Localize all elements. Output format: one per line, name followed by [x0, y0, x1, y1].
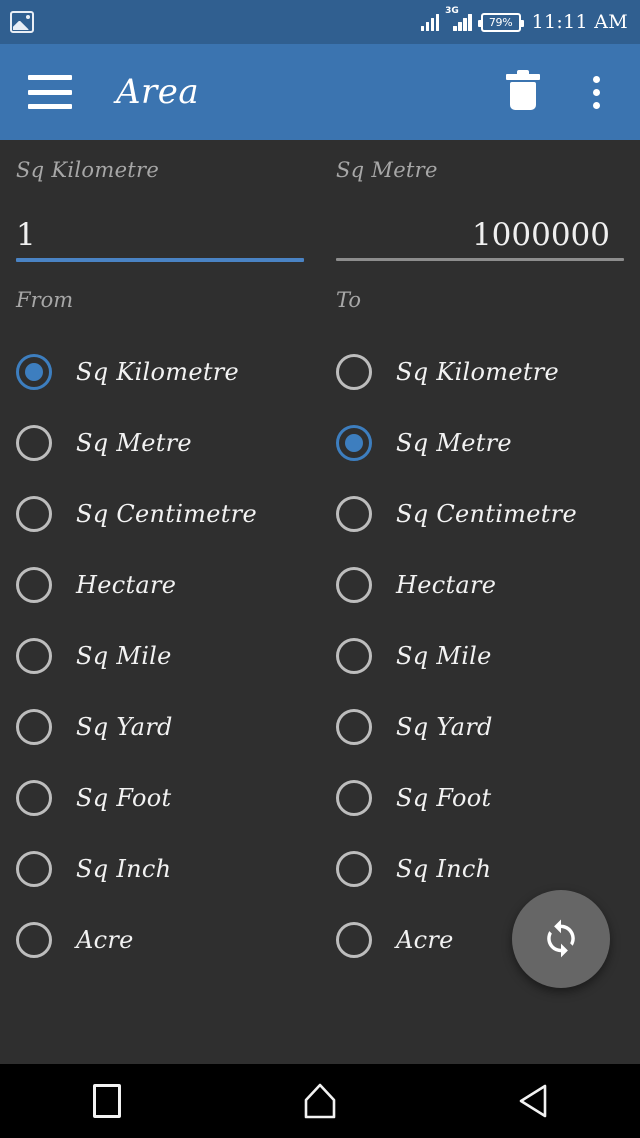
to-input-wrapper[interactable]: 1000000 — [336, 206, 624, 252]
unit-label: Sq Metre — [76, 428, 192, 457]
to-heading: To — [336, 288, 362, 312]
from-input-value[interactable]: 1 — [16, 218, 304, 252]
to-field-label: Sq Metre — [336, 158, 438, 182]
unit-row[interactable]: Sq Centimetre — [336, 478, 624, 549]
from-input-wrapper[interactable]: 1 — [16, 206, 304, 252]
unit-row[interactable]: Acre — [16, 904, 304, 975]
status-bar-notifications — [10, 11, 34, 33]
radio-to-sq-foot[interactable] — [336, 779, 372, 816]
unit-row[interactable]: Sq Kilometre — [16, 336, 304, 407]
app-toolbar: Area — [0, 44, 640, 140]
unit-label: Sq Yard — [76, 712, 173, 741]
from-heading: From — [16, 288, 74, 312]
unit-label: Sq Centimetre — [396, 499, 577, 528]
unit-label: Sq Inch — [396, 854, 492, 883]
unit-row[interactable]: Hectare — [336, 549, 624, 620]
radio-to-sq-centimetre[interactable] — [336, 495, 372, 532]
unit-label: Sq Metre — [396, 428, 512, 457]
network-type-label: 3G — [445, 6, 459, 16]
radio-from-sq-centimetre[interactable] — [16, 495, 52, 532]
unit-row[interactable]: Sq Kilometre — [336, 336, 624, 407]
converter-body: Sq Kilometre 1 Sq Metre 1000000 From To … — [0, 140, 640, 1064]
page-title: Area — [116, 72, 200, 112]
unit-row[interactable]: Sq Yard — [336, 691, 624, 762]
unit-row[interactable]: Sq Centimetre — [16, 478, 304, 549]
status-bar: 3G 79% 11:11 AM — [0, 0, 640, 44]
signal-bars-3g-icon: 3G — [445, 7, 472, 31]
android-navigation-bar — [0, 1064, 640, 1138]
value-fields: Sq Kilometre 1 Sq Metre 1000000 — [0, 140, 640, 262]
unit-row[interactable]: Sq Foot — [336, 762, 624, 833]
from-unit-list: Sq Kilometre Sq Metre Sq Centimetre Hectare… — [0, 336, 320, 975]
swap-fab-button[interactable] — [512, 890, 610, 988]
recents-button[interactable] — [0, 1064, 213, 1138]
unit-label: Acre — [396, 925, 454, 954]
photo-icon — [10, 11, 34, 33]
unit-row[interactable]: Sq Metre — [16, 407, 304, 478]
radio-from-sq-mile[interactable] — [16, 637, 52, 674]
unit-row[interactable]: Sq Yard — [16, 691, 304, 762]
radio-to-sq-mile[interactable] — [336, 637, 372, 674]
radio-from-sq-kilometre[interactable] — [16, 353, 52, 390]
radio-to-sq-metre[interactable] — [336, 424, 372, 461]
radio-from-hectare[interactable] — [16, 566, 52, 603]
swap-refresh-icon — [547, 919, 575, 958]
app-root: 3G 79% 11:11 AM Area Sq Kilometre 1 Sq M… — [0, 0, 640, 1138]
unit-label: Sq Kilometre — [396, 357, 560, 386]
hamburger-menu-icon[interactable] — [28, 75, 72, 109]
to-input-value[interactable]: 1000000 — [336, 218, 624, 252]
unit-label: Sq Yard — [396, 712, 493, 741]
from-field-label: Sq Kilometre — [16, 158, 160, 182]
unit-label: Sq Foot — [76, 783, 172, 812]
radio-to-sq-kilometre[interactable] — [336, 353, 372, 390]
battery-percent-label: 79% — [488, 15, 513, 29]
unit-row[interactable]: Hectare — [16, 549, 304, 620]
toolbar-actions — [506, 70, 640, 112]
signal-bars-icon — [420, 13, 440, 31]
square-recents-icon — [92, 1084, 121, 1118]
unit-row[interactable]: Sq Metre — [336, 407, 624, 478]
unit-label: Acre — [76, 925, 134, 954]
from-input-underline — [16, 258, 304, 262]
overflow-menu-icon[interactable] — [578, 72, 614, 112]
unit-label: Sq Inch — [76, 854, 172, 883]
unit-label: Hectare — [76, 570, 177, 599]
radio-from-acre[interactable] — [16, 921, 52, 958]
radio-from-sq-yard[interactable] — [16, 708, 52, 745]
radio-from-sq-inch[interactable] — [16, 850, 52, 887]
unit-row[interactable]: Sq Mile — [336, 620, 624, 691]
home-icon — [304, 1083, 336, 1119]
trash-icon[interactable] — [506, 70, 540, 112]
unit-label: Sq Mile — [396, 641, 492, 670]
radio-to-sq-yard[interactable] — [336, 708, 372, 745]
radio-to-acre[interactable] — [336, 921, 372, 958]
unit-label: Hectare — [396, 570, 497, 599]
radio-to-hectare[interactable] — [336, 566, 372, 603]
unit-row[interactable]: Sq Inch — [16, 833, 304, 904]
home-button[interactable] — [213, 1064, 426, 1138]
radio-to-sq-inch[interactable] — [336, 850, 372, 887]
unit-label: Sq Foot — [396, 783, 492, 812]
battery-icon: 79% — [477, 12, 524, 32]
to-input-underline — [336, 258, 624, 261]
unit-row[interactable]: Sq Foot — [16, 762, 304, 833]
unit-label: Sq Mile — [76, 641, 172, 670]
clock-label: 11:11 AM — [531, 11, 628, 33]
unit-label: Sq Kilometre — [76, 357, 240, 386]
unit-label: Sq Centimetre — [76, 499, 257, 528]
to-unit-list: Sq Kilometre Sq Metre Sq Centimetre Hectare… — [320, 336, 640, 975]
to-value-field: Sq Metre 1000000 — [320, 158, 640, 262]
unit-row[interactable]: Sq Mile — [16, 620, 304, 691]
back-triangle-icon — [520, 1084, 547, 1118]
from-value-field: Sq Kilometre 1 — [0, 158, 320, 262]
unit-lists: Sq Kilometre Sq Metre Sq Centimetre Hectare… — [0, 336, 640, 975]
radio-from-sq-metre[interactable] — [16, 424, 52, 461]
back-button[interactable] — [427, 1064, 640, 1138]
status-bar-indicators: 3G 79% 11:11 AM — [420, 7, 628, 33]
column-headings: From To — [0, 288, 640, 312]
radio-from-sq-foot[interactable] — [16, 779, 52, 816]
